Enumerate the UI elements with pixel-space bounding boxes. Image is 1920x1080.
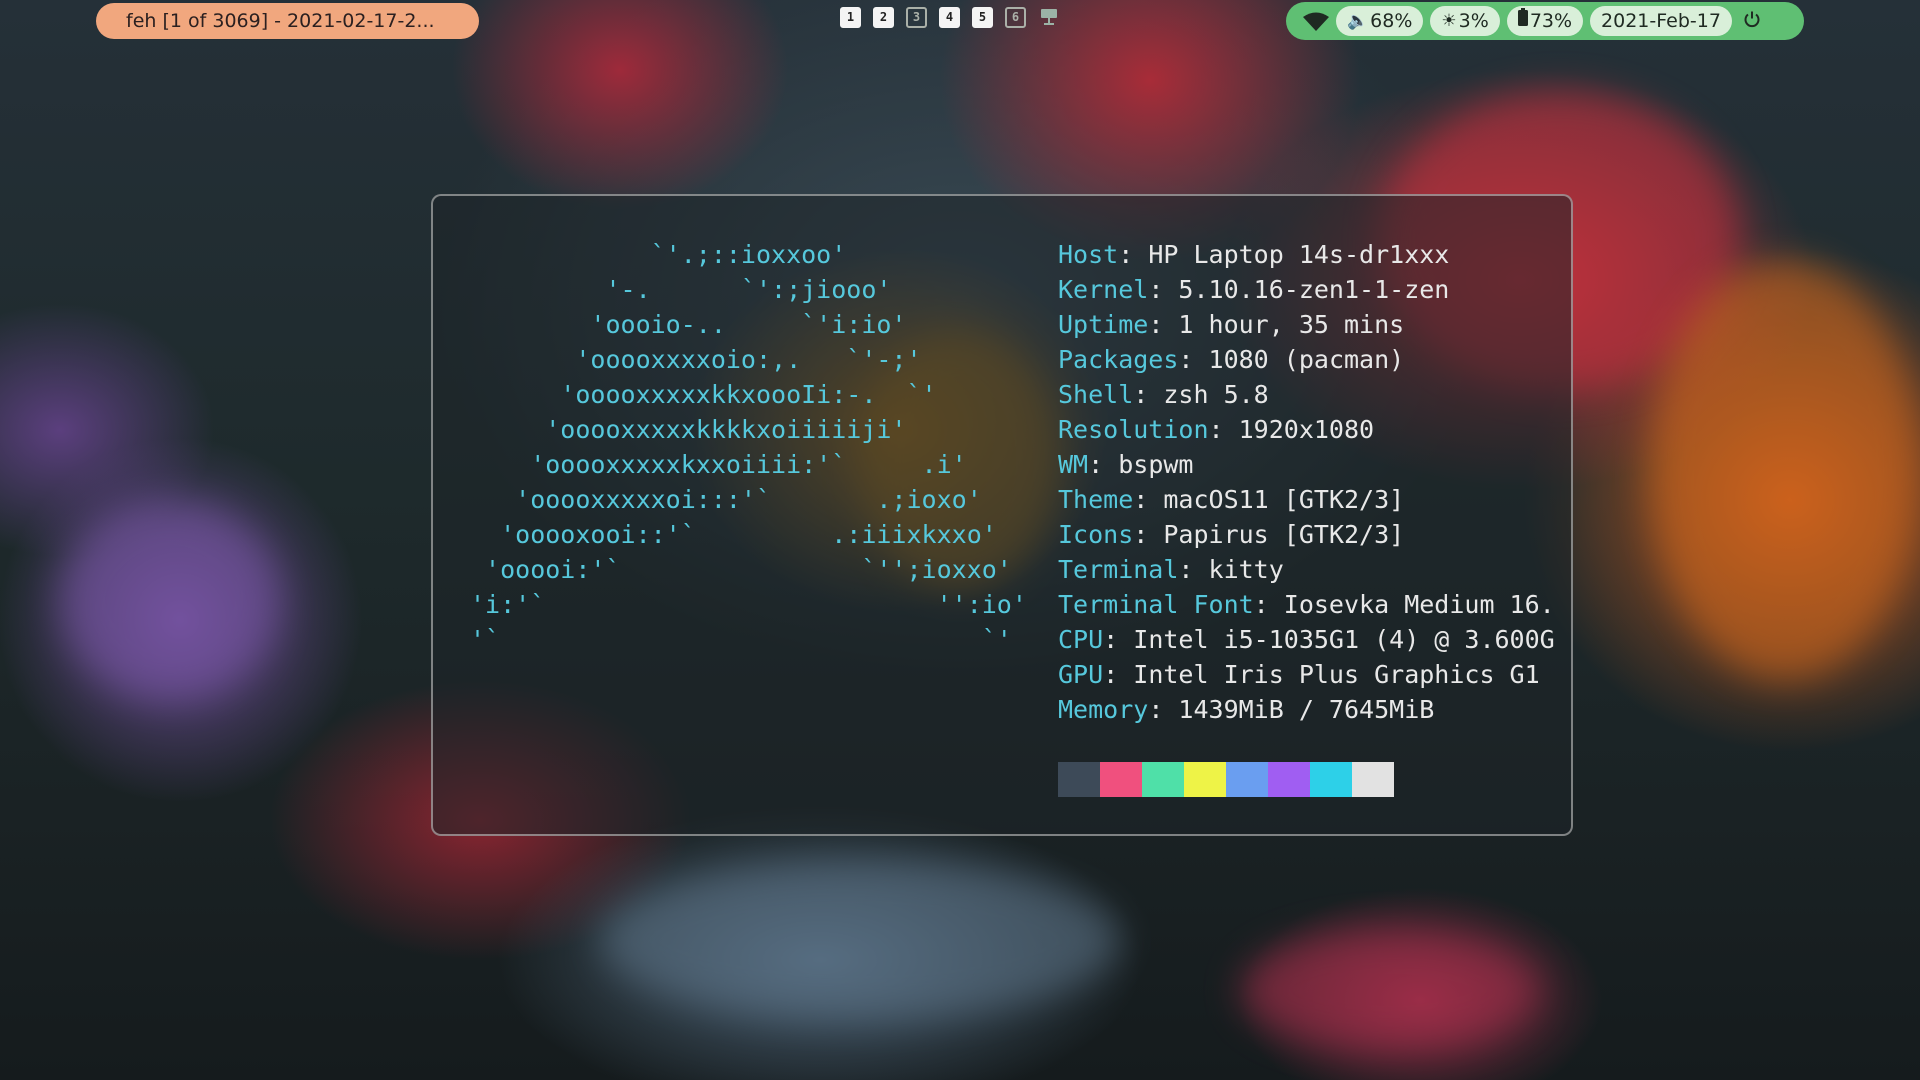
power-icon[interactable] bbox=[1739, 6, 1765, 36]
workspace-1[interactable]: 1 bbox=[840, 7, 861, 28]
info-row-packages: Packages: 1080 (pacman) bbox=[1058, 342, 1555, 377]
info-row-gpu: GPU: Intel Iris Plus Graphics G1 bbox=[1058, 657, 1555, 692]
info-row-kernel: Kernel: 5.10.16-zen1-1-zen bbox=[1058, 272, 1555, 307]
info-separator: : bbox=[1133, 520, 1164, 549]
color-palette bbox=[1058, 762, 1394, 797]
info-value: macOS11 [GTK2/3] bbox=[1163, 485, 1405, 514]
info-value: kitty bbox=[1208, 555, 1284, 584]
date-widget[interactable]: 2021-Feb-17 bbox=[1590, 6, 1732, 36]
info-value: 1439MiB / 7645MiB bbox=[1178, 695, 1435, 724]
info-separator: : bbox=[1148, 275, 1179, 304]
workspace-3[interactable]: 3 bbox=[906, 7, 927, 28]
info-key: GPU bbox=[1058, 660, 1104, 689]
info-row-terminal-font: Terminal Font: Iosevka Medium 16. bbox=[1058, 587, 1555, 622]
info-value: 1920x1080 bbox=[1238, 415, 1375, 444]
info-key: CPU bbox=[1058, 625, 1104, 654]
palette-swatch-4 bbox=[1184, 762, 1226, 797]
info-row-icons: Icons: Papirus [GTK2/3] bbox=[1058, 517, 1555, 552]
info-separator: : bbox=[1253, 590, 1284, 619]
info-row-wm: WM: bspwm bbox=[1058, 447, 1555, 482]
battery-icon bbox=[1517, 6, 1528, 36]
palette-swatch-2 bbox=[1100, 762, 1142, 797]
palette-swatch-5 bbox=[1226, 762, 1268, 797]
info-key: Resolution bbox=[1058, 415, 1209, 444]
info-value: Papirus [GTK2/3] bbox=[1163, 520, 1405, 549]
info-value: 1080 (pacman) bbox=[1208, 345, 1405, 374]
info-separator: : bbox=[1178, 345, 1209, 374]
workspace-6[interactable]: 6 bbox=[1005, 7, 1026, 28]
palette-swatch-1 bbox=[1058, 762, 1100, 797]
battery-value: 73% bbox=[1529, 10, 1573, 32]
info-row-theme: Theme: macOS11 [GTK2/3] bbox=[1058, 482, 1555, 517]
info-separator: : bbox=[1148, 695, 1179, 724]
volume-value: 68% bbox=[1370, 10, 1413, 32]
info-key: Shell bbox=[1058, 380, 1134, 409]
info-value: zsh 5.8 bbox=[1163, 380, 1269, 409]
volume-icon: 🔈 bbox=[1347, 11, 1369, 31]
info-key: Host bbox=[1058, 240, 1119, 269]
info-separator: : bbox=[1118, 240, 1149, 269]
info-key: Packages bbox=[1058, 345, 1179, 374]
info-separator: : bbox=[1148, 310, 1179, 339]
workspace-4[interactable]: 4 bbox=[939, 7, 960, 28]
info-row-cpu: CPU: Intel i5-1035G1 (4) @ 3.600G bbox=[1058, 622, 1555, 657]
info-value: Iosevka Medium 16. bbox=[1283, 590, 1555, 619]
info-key: Theme bbox=[1058, 485, 1134, 514]
info-row-shell: Shell: zsh 5.8 bbox=[1058, 377, 1555, 412]
info-value: 1 hour, 35 mins bbox=[1178, 310, 1405, 339]
palette-swatch-6 bbox=[1268, 762, 1310, 797]
brightness-value: 3% bbox=[1458, 10, 1489, 32]
info-separator: : bbox=[1133, 485, 1164, 514]
status-bar: 🔈 68% ☀ 3% 73% 2021-Feb-17 bbox=[1286, 2, 1804, 40]
pink-flowers bbox=[1240, 930, 1540, 1050]
info-separator: : bbox=[1103, 625, 1134, 654]
workspace-switcher: 1 2 3 4 5 6 bbox=[840, 7, 1059, 33]
volume-widget[interactable]: 🔈 68% bbox=[1336, 6, 1424, 36]
info-key: Kernel bbox=[1058, 275, 1149, 304]
info-value: 5.10.16-zen1-1-zen bbox=[1178, 275, 1450, 304]
distro-logo: `'.;::ioxxoo' '-. `':;jiooo' 'oooio-.. `… bbox=[470, 240, 1027, 654]
info-separator: : bbox=[1133, 380, 1164, 409]
info-key: Icons bbox=[1058, 520, 1134, 549]
workspace-5[interactable]: 5 bbox=[972, 7, 993, 28]
info-value: bspwm bbox=[1118, 450, 1194, 479]
palette-swatch-7 bbox=[1310, 762, 1352, 797]
palette-swatch-3 bbox=[1142, 762, 1184, 797]
info-key: Terminal bbox=[1058, 555, 1179, 584]
sun-icon: ☀ bbox=[1441, 11, 1457, 31]
workspace-2[interactable]: 2 bbox=[873, 7, 894, 28]
monitor-icon[interactable] bbox=[1038, 7, 1059, 28]
info-separator: : bbox=[1208, 415, 1239, 444]
info-separator: : bbox=[1178, 555, 1209, 584]
info-row-host: Host: HP Laptop 14s-dr1xxx bbox=[1058, 237, 1555, 272]
wifi-icon[interactable] bbox=[1296, 6, 1336, 36]
info-separator: : bbox=[1103, 660, 1134, 689]
battery-widget[interactable]: 73% bbox=[1506, 6, 1584, 36]
orange-foliage bbox=[1650, 260, 1920, 680]
info-value: Intel i5-1035G1 (4) @ 3.600G bbox=[1133, 625, 1555, 654]
info-row-resolution: Resolution: 1920x1080 bbox=[1058, 412, 1555, 447]
info-row-memory: Memory: 1439MiB / 7645MiB bbox=[1058, 692, 1555, 727]
info-row-uptime: Uptime: 1 hour, 35 mins bbox=[1058, 307, 1555, 342]
brightness-widget[interactable]: ☀ 3% bbox=[1430, 6, 1500, 36]
info-key: Uptime bbox=[1058, 310, 1149, 339]
purple-foliage bbox=[60, 500, 280, 700]
info-value: HP Laptop 14s-dr1xxx bbox=[1148, 240, 1450, 269]
info-key: Memory bbox=[1058, 695, 1149, 724]
info-key: WM bbox=[1058, 450, 1089, 479]
info-value: Intel Iris Plus Graphics G1 bbox=[1133, 660, 1540, 689]
window-title[interactable]: feh [1 of 3069] - 2021-02-17-2... bbox=[96, 3, 479, 39]
pond bbox=[600, 860, 1120, 1020]
info-key: Terminal Font bbox=[1058, 590, 1254, 619]
palette-swatch-8 bbox=[1352, 762, 1394, 797]
date-value: 2021-Feb-17 bbox=[1601, 10, 1721, 32]
info-row-terminal: Terminal: kitty bbox=[1058, 552, 1555, 587]
system-info: Host: HP Laptop 14s-dr1xxx Kernel: 5.10.… bbox=[1058, 237, 1555, 727]
info-separator: : bbox=[1088, 450, 1119, 479]
